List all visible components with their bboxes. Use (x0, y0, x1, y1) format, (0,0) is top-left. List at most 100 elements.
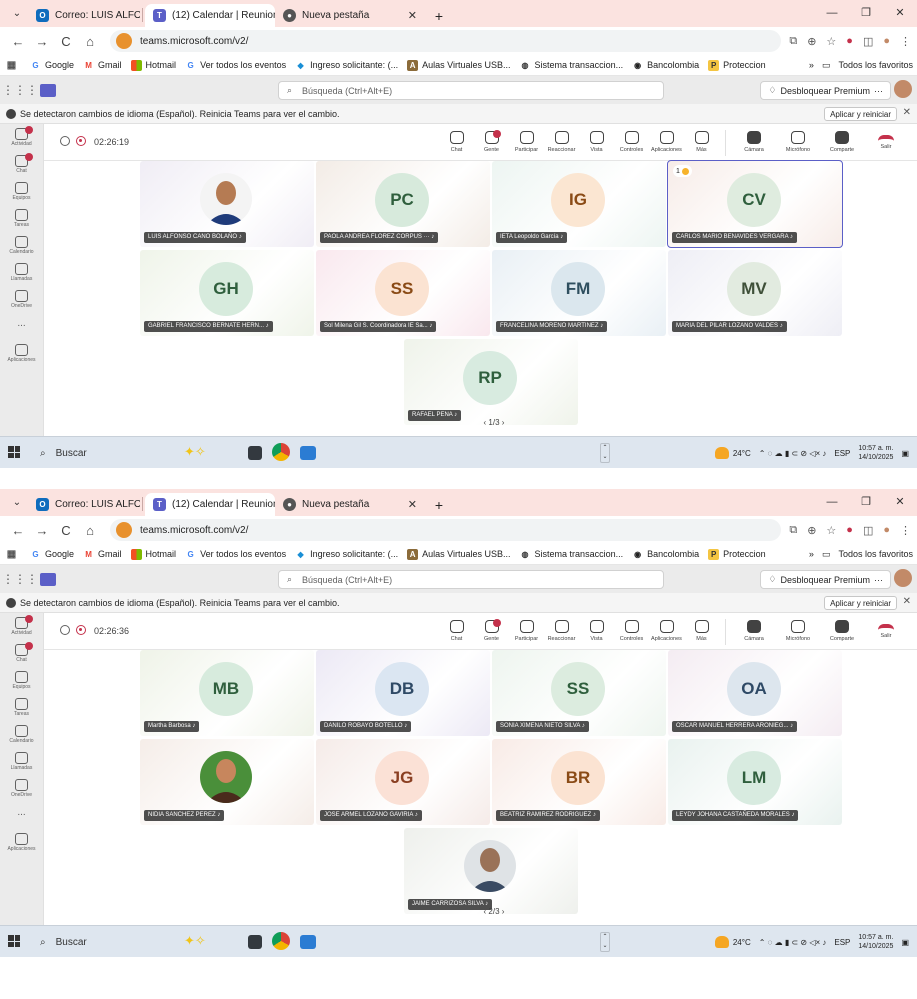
home-button[interactable]: ⌂ (78, 523, 102, 538)
reload-button[interactable]: C (54, 34, 78, 49)
control-más[interactable]: Más (684, 128, 719, 158)
bookmark-gmail[interactable]: M Gmail (83, 60, 121, 71)
tray-icons[interactable]: ⌃ ◌ ☁ ▮ ⊂ ⊘ ◁× ♪ (759, 938, 827, 947)
control-participar[interactable]: Participar (509, 617, 544, 647)
participant-tile[interactable]: SS SONIA XIMENA NIETO SILVA ♪ (492, 650, 666, 736)
page-indicator[interactable]: ‹ 1/3 › (469, 418, 519, 427)
control-comparte[interactable]: Comparte (820, 617, 864, 647)
bookmark-bancolombia[interactable]: ◉ Bancolombia (632, 549, 699, 560)
control-más[interactable]: Más (684, 617, 719, 647)
participant-tile[interactable]: JAIME CARRIZOSA SILVA ♪ (404, 828, 578, 914)
chrome-taskbar-icon[interactable] (272, 932, 290, 950)
participant-tile[interactable]: MB Martha Barbosa ♪ (140, 650, 314, 736)
control-micrófono[interactable]: Micrófono (776, 617, 820, 647)
close-window-button[interactable]: ✕ (883, 489, 917, 516)
control-micrófono[interactable]: Micrófono (776, 128, 820, 158)
tray-icons[interactable]: ⌃ ◌ ☁ ▮ ⊂ ⊘ ◁× ♪ (759, 449, 827, 458)
rail-chat[interactable]: Chat (0, 151, 43, 178)
forward-button[interactable]: → (30, 523, 54, 538)
tab-outlook[interactable]: O Correo: LUIS ALFONSO CANO B ✕ (28, 493, 140, 516)
premium-button[interactable]: ♢ Desbloquear Premium ··· (760, 81, 891, 100)
participant-tile[interactable]: JG JOSE ARMEL LOZANO GAVIRIA ♪ (316, 739, 490, 825)
bookmark-sistema[interactable]: ◍ Sistema transaccion... (520, 60, 624, 71)
rail-calendar[interactable]: Calendario (0, 721, 43, 748)
rail-tasks[interactable]: Tareas (0, 205, 43, 232)
participant-tile[interactable]: BR BEATRIZ RAMIREZ RODRIGUEZ ♪ (492, 739, 666, 825)
teams-taskbar-icon[interactable] (300, 935, 316, 949)
participant-tile[interactable]: LM LEYDY JOHANA CASTAÑEDA MORALES ♪ (668, 739, 842, 825)
user-avatar[interactable] (894, 80, 912, 98)
bookmark-star-icon[interactable]: ☆ (826, 524, 836, 537)
rail-more[interactable]: ... (0, 313, 43, 340)
control-salir[interactable]: Salir (864, 617, 908, 647)
tab-search-icon[interactable]: ⌄ (6, 2, 28, 24)
all-bookmarks-link[interactable]: Todos los favoritos (838, 549, 913, 559)
participant-tile[interactable]: DB DANILO ROBAYO BOTELLO ♪ (316, 650, 490, 736)
minimize-button[interactable]: — (815, 0, 849, 27)
apps-grid-icon[interactable]: ▦ (6, 549, 21, 560)
tray-expand-icon[interactable]: ⌃ ⌄ (600, 932, 610, 952)
control-controles[interactable]: Controles (614, 617, 649, 647)
rail-teams[interactable]: Equipos (0, 178, 43, 205)
participant-tile[interactable]: IG IETA Leopoldo García ♪ (492, 161, 666, 247)
site-info-icon[interactable] (116, 33, 132, 49)
more-bookmarks-icon[interactable]: » (809, 60, 814, 70)
teams-search-input[interactable]: ⌕ Búsqueda (Ctrl+Alt+E) (278, 81, 664, 100)
chrome-taskbar-icon[interactable] (272, 443, 290, 461)
participant-tile[interactable]: MV MARIA DEL PILAR LOZANO VALDES ♪ (668, 250, 842, 336)
zoom-icon[interactable]: ⊕ (807, 35, 816, 48)
menu-icon[interactable]: ⋮ (900, 35, 911, 48)
restore-button[interactable]: ❐ (849, 489, 883, 516)
url-field[interactable]: teams.microsoft.com/v2/ (110, 30, 782, 52)
participant-tile[interactable]: OA OSCAR MANUEL HERRERA ARONIEG... ♪ (668, 650, 842, 736)
profile-icon[interactable]: ● (883, 524, 890, 536)
bookmark-aulas[interactable]: A Aulas Virtuales USB... (407, 59, 511, 71)
bookmark-aulas[interactable]: A Aulas Virtuales USB... (407, 548, 511, 560)
site-info-icon[interactable] (116, 522, 132, 538)
control-participar[interactable]: Participar (509, 128, 544, 158)
home-button[interactable]: ⌂ (78, 34, 102, 49)
control-chat[interactable]: Chat (439, 128, 474, 158)
reload-button[interactable]: C (54, 523, 78, 538)
app-launcher-icon[interactable]: ⋮⋮⋮ (0, 572, 40, 586)
control-reaccionar[interactable]: Reaccionar (544, 617, 579, 647)
zoom-icon[interactable]: ⊕ (807, 524, 816, 537)
teams-search-input[interactable]: ⌕ Búsqueda (Ctrl+Alt+E) (278, 570, 664, 589)
bookmark-ingreso[interactable]: ◆ Ingreso solicitante: (... (295, 549, 399, 560)
start-button[interactable] (8, 446, 20, 458)
input-language[interactable]: ESP (834, 449, 850, 458)
tab-teams[interactable]: T (12) Calendar | Reunion de 🔊 ✕ (145, 493, 275, 516)
control-aplicaciones[interactable]: Aplicaciones (649, 617, 684, 647)
bookmark-google[interactable]: G Google (30, 60, 74, 71)
copilot-sparkle-icon[interactable]: ✦✧ (184, 933, 206, 949)
close-tab-icon[interactable]: ✕ (408, 9, 417, 22)
apps-grid-icon[interactable]: ▦ (6, 60, 21, 71)
back-button[interactable]: ← (6, 34, 30, 49)
bookmark-eventos[interactable]: G Ver todos los eventos (185, 549, 286, 560)
extensions-puzzle-icon[interactable]: ◫ (863, 524, 873, 537)
rail-calendar[interactable]: Calendario (0, 232, 43, 259)
clock[interactable]: 10:57 a. m. 14/10/2025 (858, 933, 893, 951)
control-gente[interactable]: Gente (474, 128, 509, 158)
participant-tile[interactable]: CV 1 CARLOS MARIO BENAVIDES VERGARA ♪ (667, 160, 843, 248)
tab-teams[interactable]: T (12) Calendar | Reunion de 🔊 ✕ (145, 4, 275, 27)
tab-new[interactable]: ● Nueva pestaña ✕ (275, 4, 425, 27)
start-button[interactable] (8, 935, 20, 947)
rail-apps[interactable]: Aplicaciones (0, 829, 43, 856)
control-reaccionar[interactable]: Reaccionar (544, 128, 579, 158)
rail-teams[interactable]: Equipos (0, 667, 43, 694)
page-indicator[interactable]: ‹ 2/3 › (469, 907, 519, 916)
tab-new[interactable]: ● Nueva pestaña ✕ (275, 493, 425, 516)
minimize-button[interactable]: — (815, 489, 849, 516)
rail-calls[interactable]: Llamadas (0, 259, 43, 286)
bookmark-proteccion[interactable]: P Proteccion (708, 548, 766, 560)
notification-icon[interactable]: ▣ (901, 938, 909, 947)
weather-widget[interactable]: 24°C (714, 447, 751, 459)
extensions-puzzle-icon[interactable]: ◫ (863, 35, 873, 48)
tab-outlook[interactable]: O Correo: LUIS ALFONSO CANO B ✕ (28, 4, 140, 27)
bookmark-bancolombia[interactable]: ◉ Bancolombia (632, 60, 699, 71)
profile-icon[interactable]: ● (883, 35, 890, 47)
participant-tile[interactable]: LUIS ALFONSO CANO BOLAÑO ♪ (140, 161, 314, 247)
control-cámara[interactable]: Cámara (732, 128, 776, 158)
bookmark-eventos[interactable]: G Ver todos los eventos (185, 60, 286, 71)
